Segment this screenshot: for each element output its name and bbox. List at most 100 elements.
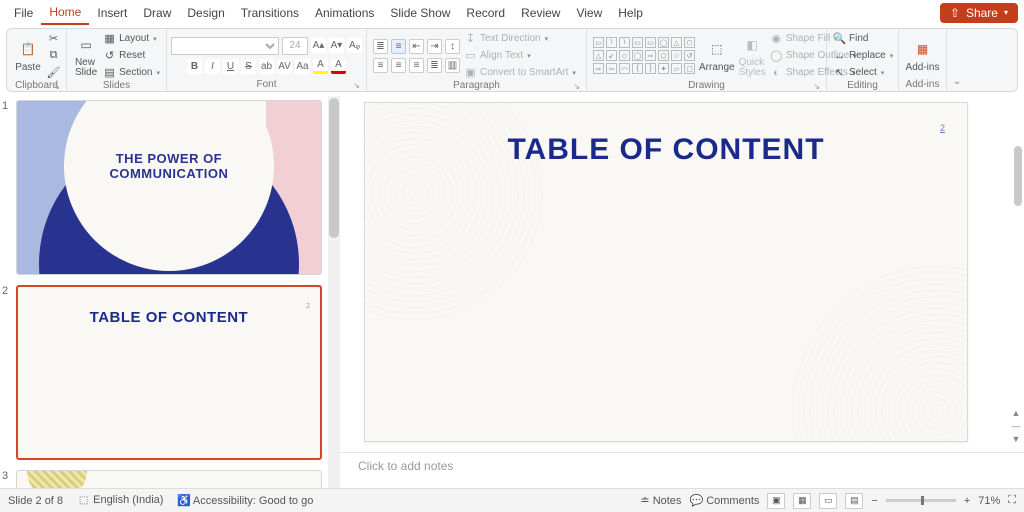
italic-button[interactable]: I: [205, 59, 220, 74]
menu-home[interactable]: Home: [41, 1, 89, 25]
change-case-button[interactable]: Aa: [295, 59, 310, 74]
collapse-ribbon[interactable]: ⌄: [947, 29, 967, 91]
outline-icon: ◯: [770, 49, 783, 62]
zoom-slider[interactable]: [886, 499, 956, 502]
menu-transitions[interactable]: Transitions: [233, 2, 307, 24]
text-direction-icon: ↧: [464, 32, 477, 45]
bullets-button[interactable]: ≣: [373, 39, 388, 54]
highlight-button[interactable]: A: [313, 59, 328, 74]
next-slide-button[interactable]: ▼: [1012, 434, 1021, 444]
slideshow-view-button[interactable]: ▤: [845, 493, 863, 509]
strike-button[interactable]: S: [241, 59, 256, 74]
shadow-button[interactable]: ab: [259, 59, 274, 74]
slide-title[interactable]: TABLE OF CONTENT: [365, 133, 967, 167]
paste-button[interactable]: 📋 Paste: [13, 33, 43, 79]
slide-counter: Slide 2 of 8: [8, 495, 63, 507]
zoom-out-button[interactable]: −: [871, 495, 877, 507]
accessibility-status[interactable]: ♿ Accessibility: Good to go: [177, 494, 313, 507]
smartart-button[interactable]: ▣Convert to SmartArt▾: [464, 65, 576, 80]
char-spacing-button[interactable]: AV: [277, 59, 292, 74]
align-left-button[interactable]: ≡: [373, 58, 388, 73]
menu-bar: File Home Insert Draw Design Transitions…: [0, 0, 1024, 26]
menu-animations[interactable]: Animations: [307, 2, 382, 24]
shapes-gallery[interactable]: ▭\\▭▭◯△⬡ △↙◇◯⇨⬠☆↺ ⇨⇦〰{}✦▱▢: [593, 37, 695, 74]
align-right-button[interactable]: ≡: [409, 58, 424, 73]
menu-file[interactable]: File: [6, 2, 41, 24]
notes-pane[interactable]: Click to add notes: [340, 452, 1024, 488]
launcher-icon[interactable]: ↘: [353, 81, 360, 90]
reading-view-button[interactable]: ▭: [819, 493, 837, 509]
replace-button[interactable]: ↔Replace▾: [833, 48, 893, 63]
menu-review[interactable]: Review: [513, 2, 568, 24]
thumb-number: 3: [2, 470, 12, 482]
columns-button[interactable]: ▥: [445, 58, 460, 73]
decrease-font-button[interactable]: A▾: [329, 38, 344, 53]
comments-toggle[interactable]: 💬 Comments: [689, 494, 759, 507]
slide-canvas[interactable]: TABLE OF CONTENT 2: [364, 102, 968, 442]
slide-thumbnail-2[interactable]: TABLE OF CONTENT 2: [16, 285, 322, 460]
scissors-icon: ✂: [47, 32, 60, 45]
launcher-icon[interactable]: ↘: [573, 82, 580, 91]
layout-button[interactable]: ▦Layout▾: [103, 31, 160, 46]
reset-button[interactable]: ↺Reset: [103, 48, 160, 63]
thumb-number: 2: [2, 285, 12, 297]
group-label-drawing: Drawing↘: [593, 80, 820, 92]
normal-view-button[interactable]: ▣: [767, 493, 785, 509]
scrollbar-handle[interactable]: [329, 98, 339, 238]
language-indicator[interactable]: ⬚ English (India): [77, 494, 163, 507]
clear-formatting-button[interactable]: Aᵩ: [347, 38, 362, 53]
sorter-view-button[interactable]: ▦: [793, 493, 811, 509]
text-direction-button[interactable]: ↧Text Direction▾: [464, 31, 576, 46]
numbering-button[interactable]: ≡: [391, 39, 406, 54]
arrange-button[interactable]: ⬚ Arrange: [699, 33, 735, 79]
menu-insert[interactable]: Insert: [89, 2, 135, 24]
launcher-icon[interactable]: ↘: [53, 82, 60, 91]
slide-thumbnail-1[interactable]: THE POWER OFCOMMUNICATION: [16, 100, 322, 275]
launcher-icon[interactable]: ↘: [813, 82, 820, 91]
menu-help[interactable]: Help: [610, 2, 651, 24]
quick-styles-button[interactable]: ◧ Quick Styles: [739, 33, 766, 79]
font-name-select[interactable]: [171, 37, 279, 55]
cut-button[interactable]: ✂: [47, 31, 60, 46]
align-center-button[interactable]: ≡: [391, 58, 406, 73]
zoom-in-button[interactable]: +: [964, 495, 970, 507]
line-spacing-button[interactable]: ↕: [445, 39, 460, 54]
align-text-button[interactable]: ▭Align Text▾: [464, 48, 576, 63]
justify-button[interactable]: ≣: [427, 58, 442, 73]
share-button[interactable]: ⇧ Share ▾: [940, 3, 1018, 23]
group-label-slides: Slides: [73, 80, 160, 92]
group-editing: 🔍Find ↔Replace▾ ↖Select▾ Editing: [827, 29, 899, 91]
status-bar: Slide 2 of 8 ⬚ English (India) ♿ Accessi…: [0, 488, 1024, 512]
section-button[interactable]: ▤Section▾: [103, 65, 160, 80]
font-size-input[interactable]: [282, 37, 308, 55]
menu-design[interactable]: Design: [179, 2, 232, 24]
menu-draw[interactable]: Draw: [135, 2, 179, 24]
format-painter-button[interactable]: 🖌: [47, 65, 60, 80]
menu-view[interactable]: View: [568, 2, 610, 24]
find-button[interactable]: 🔍Find: [833, 31, 893, 46]
copy-button[interactable]: ⧉: [47, 48, 60, 63]
addins-icon: ▦: [912, 38, 934, 60]
section-icon: ▤: [103, 66, 116, 79]
zoom-level[interactable]: 71%: [978, 495, 1000, 507]
menu-record[interactable]: Record: [458, 2, 513, 24]
group-drawing: ▭\\▭▭◯△⬡ △↙◇◯⇨⬠☆↺ ⇨⇦〰{}✦▱▢ ⬚ Arrange ◧ Q…: [587, 29, 827, 91]
increase-font-button[interactable]: A▴: [311, 38, 326, 53]
select-button[interactable]: ↖Select▾: [833, 65, 893, 80]
editor-scrollbar[interactable]: [1014, 146, 1022, 206]
thumbnail-scrollbar[interactable]: [328, 96, 340, 488]
bold-button[interactable]: B: [187, 59, 202, 74]
decrease-indent-button[interactable]: ⇤: [409, 39, 424, 54]
prev-slide-button[interactable]: ▲: [1012, 408, 1021, 418]
increase-indent-button[interactable]: ⇥: [427, 39, 442, 54]
new-slide-button[interactable]: ▭ New Slide: [73, 33, 99, 79]
slide-thumbnail-3[interactable]: [16, 470, 322, 488]
menu-slideshow[interactable]: Slide Show: [382, 2, 458, 24]
share-label: Share: [966, 6, 998, 20]
underline-button[interactable]: U: [223, 59, 238, 74]
notes-toggle[interactable]: ≐ Notes: [640, 494, 681, 507]
addins-button[interactable]: ▦ Add-ins: [905, 32, 940, 78]
font-color-button[interactable]: A: [331, 59, 346, 74]
fit-to-window-button[interactable]: ⛶: [1008, 494, 1016, 507]
chevron-down-icon: ▾: [1004, 8, 1008, 17]
